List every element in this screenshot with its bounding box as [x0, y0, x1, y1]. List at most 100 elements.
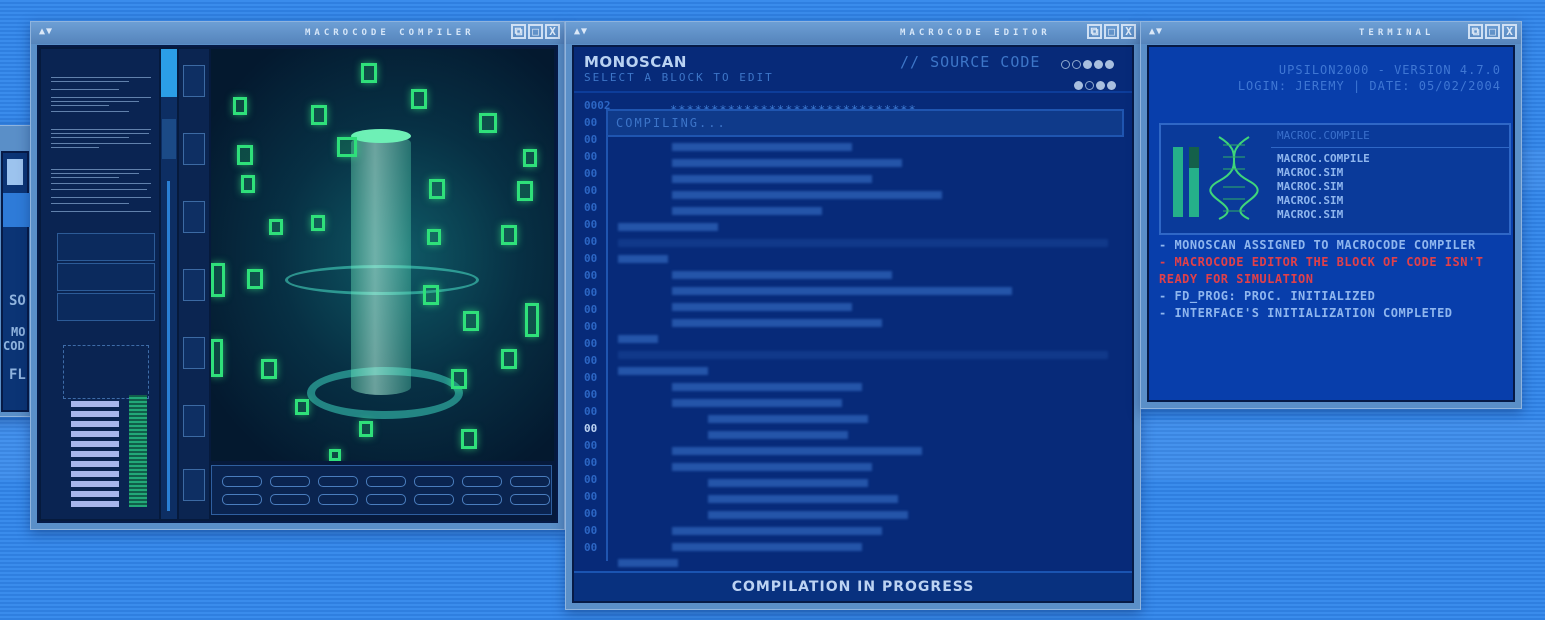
line-number[interactable]: 00 — [584, 541, 606, 555]
restore-button[interactable]: ⧉ — [511, 24, 526, 39]
line-number[interactable]: 00 — [584, 371, 606, 385]
line-number[interactable]: 00 — [584, 473, 606, 487]
source-code-label: // SOURCE CODE — [900, 53, 1041, 71]
process-item[interactable]: MACROC.COMPILE — [1271, 152, 1509, 166]
control-pill[interactable] — [366, 494, 406, 505]
line-number[interactable]: 00 — [584, 269, 606, 283]
dot-icon — [1072, 60, 1081, 69]
restore-button[interactable]: ⧉ — [1468, 24, 1483, 39]
compiler-block-strip[interactable] — [179, 49, 209, 519]
block-slot[interactable] — [183, 405, 205, 437]
compiler-3d-viewport[interactable] — [211, 49, 554, 461]
control-pill[interactable] — [270, 476, 310, 487]
progress-bar — [1173, 147, 1183, 217]
tab[interactable] — [162, 119, 176, 159]
close-button[interactable]: X — [1121, 24, 1136, 39]
process-item[interactable]: MACROC.SIM — [1271, 166, 1509, 180]
compiler-titlebar[interactable]: ▲▼ MACROCODE COMPILER ⧉ □ X — [31, 22, 564, 44]
line-number[interactable]: 00 — [584, 150, 606, 164]
control-pill[interactable] — [462, 494, 502, 505]
block-slot[interactable] — [183, 337, 205, 369]
line-number[interactable]: 00 — [584, 252, 606, 266]
control-pill[interactable] — [414, 476, 454, 487]
line-number[interactable]: 00 — [584, 133, 606, 147]
maximize-button[interactable]: □ — [1485, 24, 1500, 39]
code-block — [337, 137, 357, 157]
terminal-log: - MONOSCAN ASSIGNED TO MACROCODE COMPILE… — [1159, 237, 1503, 322]
close-button[interactable]: X — [1502, 24, 1517, 39]
control-pill[interactable] — [510, 494, 550, 505]
process-list[interactable]: MACROC.COMPILE MACROC.COMPILE MACROC.SIM… — [1271, 125, 1509, 233]
partial-label: FL — [9, 367, 26, 383]
block-slot[interactable] — [183, 269, 205, 301]
close-button[interactable]: X — [545, 24, 560, 39]
control-pill[interactable] — [318, 494, 358, 505]
process-item[interactable]: MACROC.SIM — [1271, 208, 1509, 222]
control-pill[interactable] — [318, 476, 358, 487]
code-block — [523, 149, 537, 167]
restore-button[interactable]: ⧉ — [1087, 24, 1102, 39]
window-title: MACROCODE COMPILER — [305, 28, 475, 38]
line-number[interactable]: 00 — [584, 116, 606, 130]
editor-titlebar[interactable]: ▲▼ MACROCODE EDITOR ⧉ □ X — [566, 22, 1140, 44]
compiler-window[interactable]: ▲▼ MACROCODE COMPILER ⧉ □ X — [30, 21, 565, 530]
control-pill[interactable] — [462, 476, 502, 487]
line-number[interactable]: 00 — [584, 490, 606, 504]
block-slot[interactable] — [183, 133, 205, 165]
version-line: UPSILON2000 - VERSION 4.7.0 — [1278, 63, 1501, 77]
collapse-arrows-icon[interactable]: ▲▼ — [574, 26, 588, 37]
line-number[interactable]: 00 — [584, 184, 606, 198]
collapse-arrows-icon[interactable]: ▲▼ — [1149, 26, 1163, 37]
editor-window[interactable]: ▲▼ MACROCODE EDITOR ⧉ □ X MONOSCAN SELEC… — [565, 21, 1141, 610]
block-slot[interactable] — [183, 469, 205, 501]
line-number[interactable]: 00 — [584, 524, 606, 538]
line-number[interactable]: 00 — [584, 303, 606, 317]
code-block — [329, 449, 341, 461]
process-item[interactable]: MACROC.SIM — [1271, 194, 1509, 208]
code-block — [269, 219, 283, 235]
line-number[interactable]: 00 — [584, 218, 606, 232]
code-block — [241, 175, 255, 193]
partial-window[interactable]: SO MO COD FL — [0, 125, 33, 417]
code-area[interactable] — [608, 99, 1124, 599]
block-slot[interactable] — [183, 65, 205, 97]
collapse-arrows-icon[interactable]: ▲▼ — [39, 26, 53, 37]
log-line: - FD_PROG: PROC. INITIALIZED — [1159, 289, 1376, 303]
line-number[interactable]: 00 — [584, 167, 606, 181]
block-slot[interactable] — [183, 201, 205, 233]
line-number[interactable]: 00 — [584, 235, 606, 249]
line-number[interactable]: 00 — [584, 337, 606, 351]
dot-icon — [1083, 60, 1092, 69]
tab-active[interactable] — [161, 49, 177, 97]
line-number[interactable]: 00 — [584, 201, 606, 215]
terminal-window[interactable]: ▲▼ TERMINAL ⧉ □ X UPSILON2000 - VERSION … — [1140, 21, 1522, 409]
code-block — [501, 349, 517, 369]
line-number[interactable]: 00 — [584, 320, 606, 334]
control-pill[interactable] — [414, 494, 454, 505]
line-number[interactable]: 00 — [584, 507, 606, 521]
maximize-button[interactable]: □ — [1104, 24, 1119, 39]
line-number[interactable]: 00 — [584, 286, 606, 300]
compiler-vertical-tabs[interactable] — [161, 49, 177, 519]
editor-name: MONOSCAN — [584, 53, 687, 71]
terminal-titlebar[interactable]: ▲▼ TERMINAL ⧉ □ X — [1141, 22, 1521, 44]
line-number-selected[interactable]: 00 — [584, 422, 606, 436]
control-pill[interactable] — [222, 494, 262, 505]
code-block — [411, 89, 427, 109]
editor-guide-line — [606, 135, 608, 561]
line-number[interactable]: 00 — [584, 354, 606, 368]
line-number[interactable]: 00 — [584, 405, 606, 419]
control-pill[interactable] — [270, 494, 310, 505]
code-block — [517, 181, 533, 201]
scroll-track[interactable] — [167, 181, 170, 511]
code-block — [247, 269, 263, 289]
control-pill[interactable] — [510, 476, 550, 487]
line-number[interactable]: 00 — [584, 456, 606, 470]
process-item[interactable]: MACROC.SIM — [1271, 180, 1509, 194]
maximize-button[interactable]: □ — [528, 24, 543, 39]
control-pill[interactable] — [366, 476, 406, 487]
control-pill[interactable] — [222, 476, 262, 487]
compiler-control-strip[interactable] — [211, 465, 552, 515]
line-number[interactable]: 00 — [584, 439, 606, 453]
line-number[interactable]: 00 — [584, 388, 606, 402]
